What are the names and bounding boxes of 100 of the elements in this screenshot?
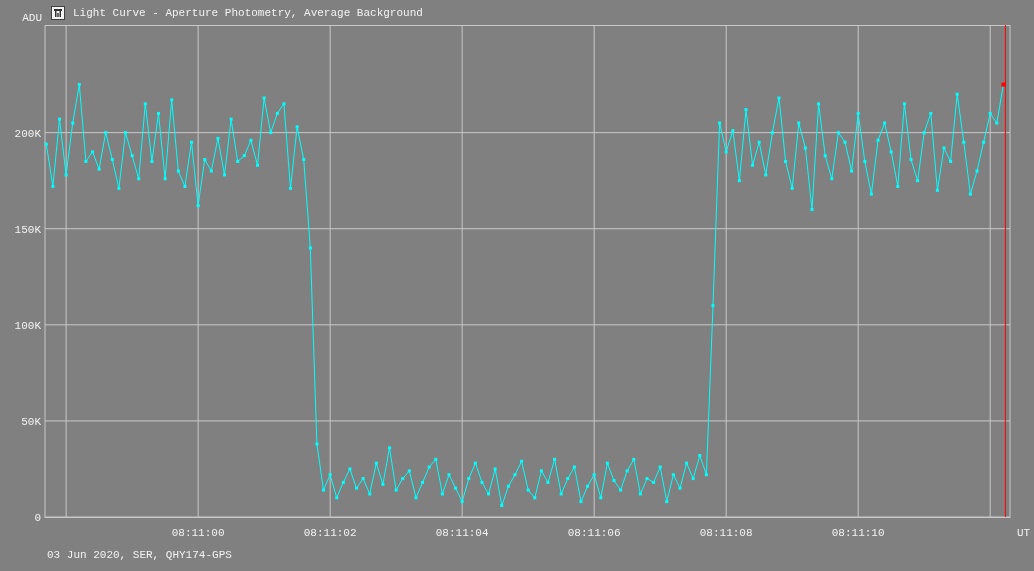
data-point <box>619 488 623 492</box>
data-point <box>902 102 906 106</box>
data-point <box>289 186 293 190</box>
data-point <box>863 159 867 163</box>
data-point <box>830 177 834 181</box>
data-point <box>110 158 114 162</box>
data-point <box>282 102 286 106</box>
data-point <box>64 173 68 177</box>
data-point <box>401 477 405 481</box>
data-point <box>117 186 121 190</box>
data-point <box>328 473 332 477</box>
data-point <box>638 492 642 496</box>
data-point <box>770 131 774 135</box>
data-point <box>124 131 128 135</box>
data-point <box>916 179 920 183</box>
data-point <box>784 159 788 163</box>
axis-tick-label: 08:11:02 <box>303 527 357 539</box>
data-point <box>51 184 55 188</box>
data-point <box>493 467 497 471</box>
data-point <box>599 496 603 500</box>
data-point <box>790 186 794 190</box>
data-point <box>883 121 887 125</box>
data-point <box>850 169 854 173</box>
data-point <box>460 500 464 504</box>
data-point <box>823 154 827 158</box>
data-point <box>718 121 722 125</box>
data-point <box>836 131 840 135</box>
data-point <box>665 500 669 504</box>
data-point <box>856 111 860 115</box>
data-point <box>203 158 207 162</box>
cursor-line[interactable] <box>1004 25 1006 518</box>
data-point <box>764 173 768 177</box>
data-point <box>236 159 240 163</box>
data-point <box>421 480 425 484</box>
data-point <box>308 246 312 250</box>
data-point <box>341 480 345 484</box>
data-point <box>454 486 458 490</box>
data-point <box>982 140 986 144</box>
data-point <box>513 473 517 477</box>
data-point <box>803 146 807 150</box>
data-point <box>196 204 200 208</box>
data-point <box>586 484 590 488</box>
data-point <box>487 492 491 496</box>
data-point <box>909 158 913 162</box>
axis-tick-label: 08:11:00 <box>171 527 225 539</box>
data-point <box>572 465 576 469</box>
data-point <box>368 492 372 496</box>
axis-tick-label: 08:11:06 <box>567 527 621 539</box>
data-point <box>533 496 537 500</box>
data-point <box>698 454 702 457</box>
data-point <box>137 177 141 181</box>
data-point <box>256 163 260 167</box>
data-point <box>744 108 748 112</box>
data-point <box>553 457 557 461</box>
data-point <box>751 163 755 167</box>
data-point <box>935 188 939 192</box>
data-point <box>975 169 979 173</box>
data-point <box>434 457 438 461</box>
data-point <box>645 477 649 481</box>
data-point <box>71 121 75 125</box>
data-point <box>869 192 873 196</box>
data-point <box>737 179 741 183</box>
data-point <box>691 477 695 481</box>
data-point <box>97 167 101 171</box>
x-axis-label: UT <box>1017 527 1031 539</box>
data-point <box>262 96 266 100</box>
data-point <box>817 102 821 106</box>
data-point <box>361 477 365 481</box>
data-point <box>757 140 761 144</box>
status-text: 03 Jun 2020, SER, QHY174-GPS <box>47 549 232 561</box>
data-point <box>176 169 180 173</box>
data-point <box>605 461 609 465</box>
data-point <box>632 457 636 461</box>
data-point <box>685 461 689 465</box>
data-point <box>157 111 161 115</box>
selected-point <box>1001 82 1006 87</box>
data-point <box>44 142 48 146</box>
data-point <box>348 467 352 471</box>
data-point <box>315 442 319 446</box>
data-point <box>414 496 418 500</box>
data-point <box>229 117 233 121</box>
data-point <box>559 492 563 496</box>
data-point <box>170 98 174 102</box>
data-point <box>302 158 306 162</box>
data-point <box>896 184 900 188</box>
y-axis-label: ADU <box>21 12 42 25</box>
data-point <box>249 138 253 142</box>
data-point <box>810 208 814 211</box>
data-point <box>592 473 596 477</box>
axis-tick-label: 08:11:08 <box>699 527 753 539</box>
data-point <box>269 131 273 135</box>
data-point <box>216 136 220 140</box>
data-point <box>797 121 801 125</box>
data-point <box>526 488 530 492</box>
data-point <box>579 500 583 504</box>
data-point <box>183 184 187 188</box>
data-point <box>427 465 431 469</box>
data-point <box>731 129 735 133</box>
data-point <box>242 154 246 158</box>
data-point <box>876 138 880 142</box>
